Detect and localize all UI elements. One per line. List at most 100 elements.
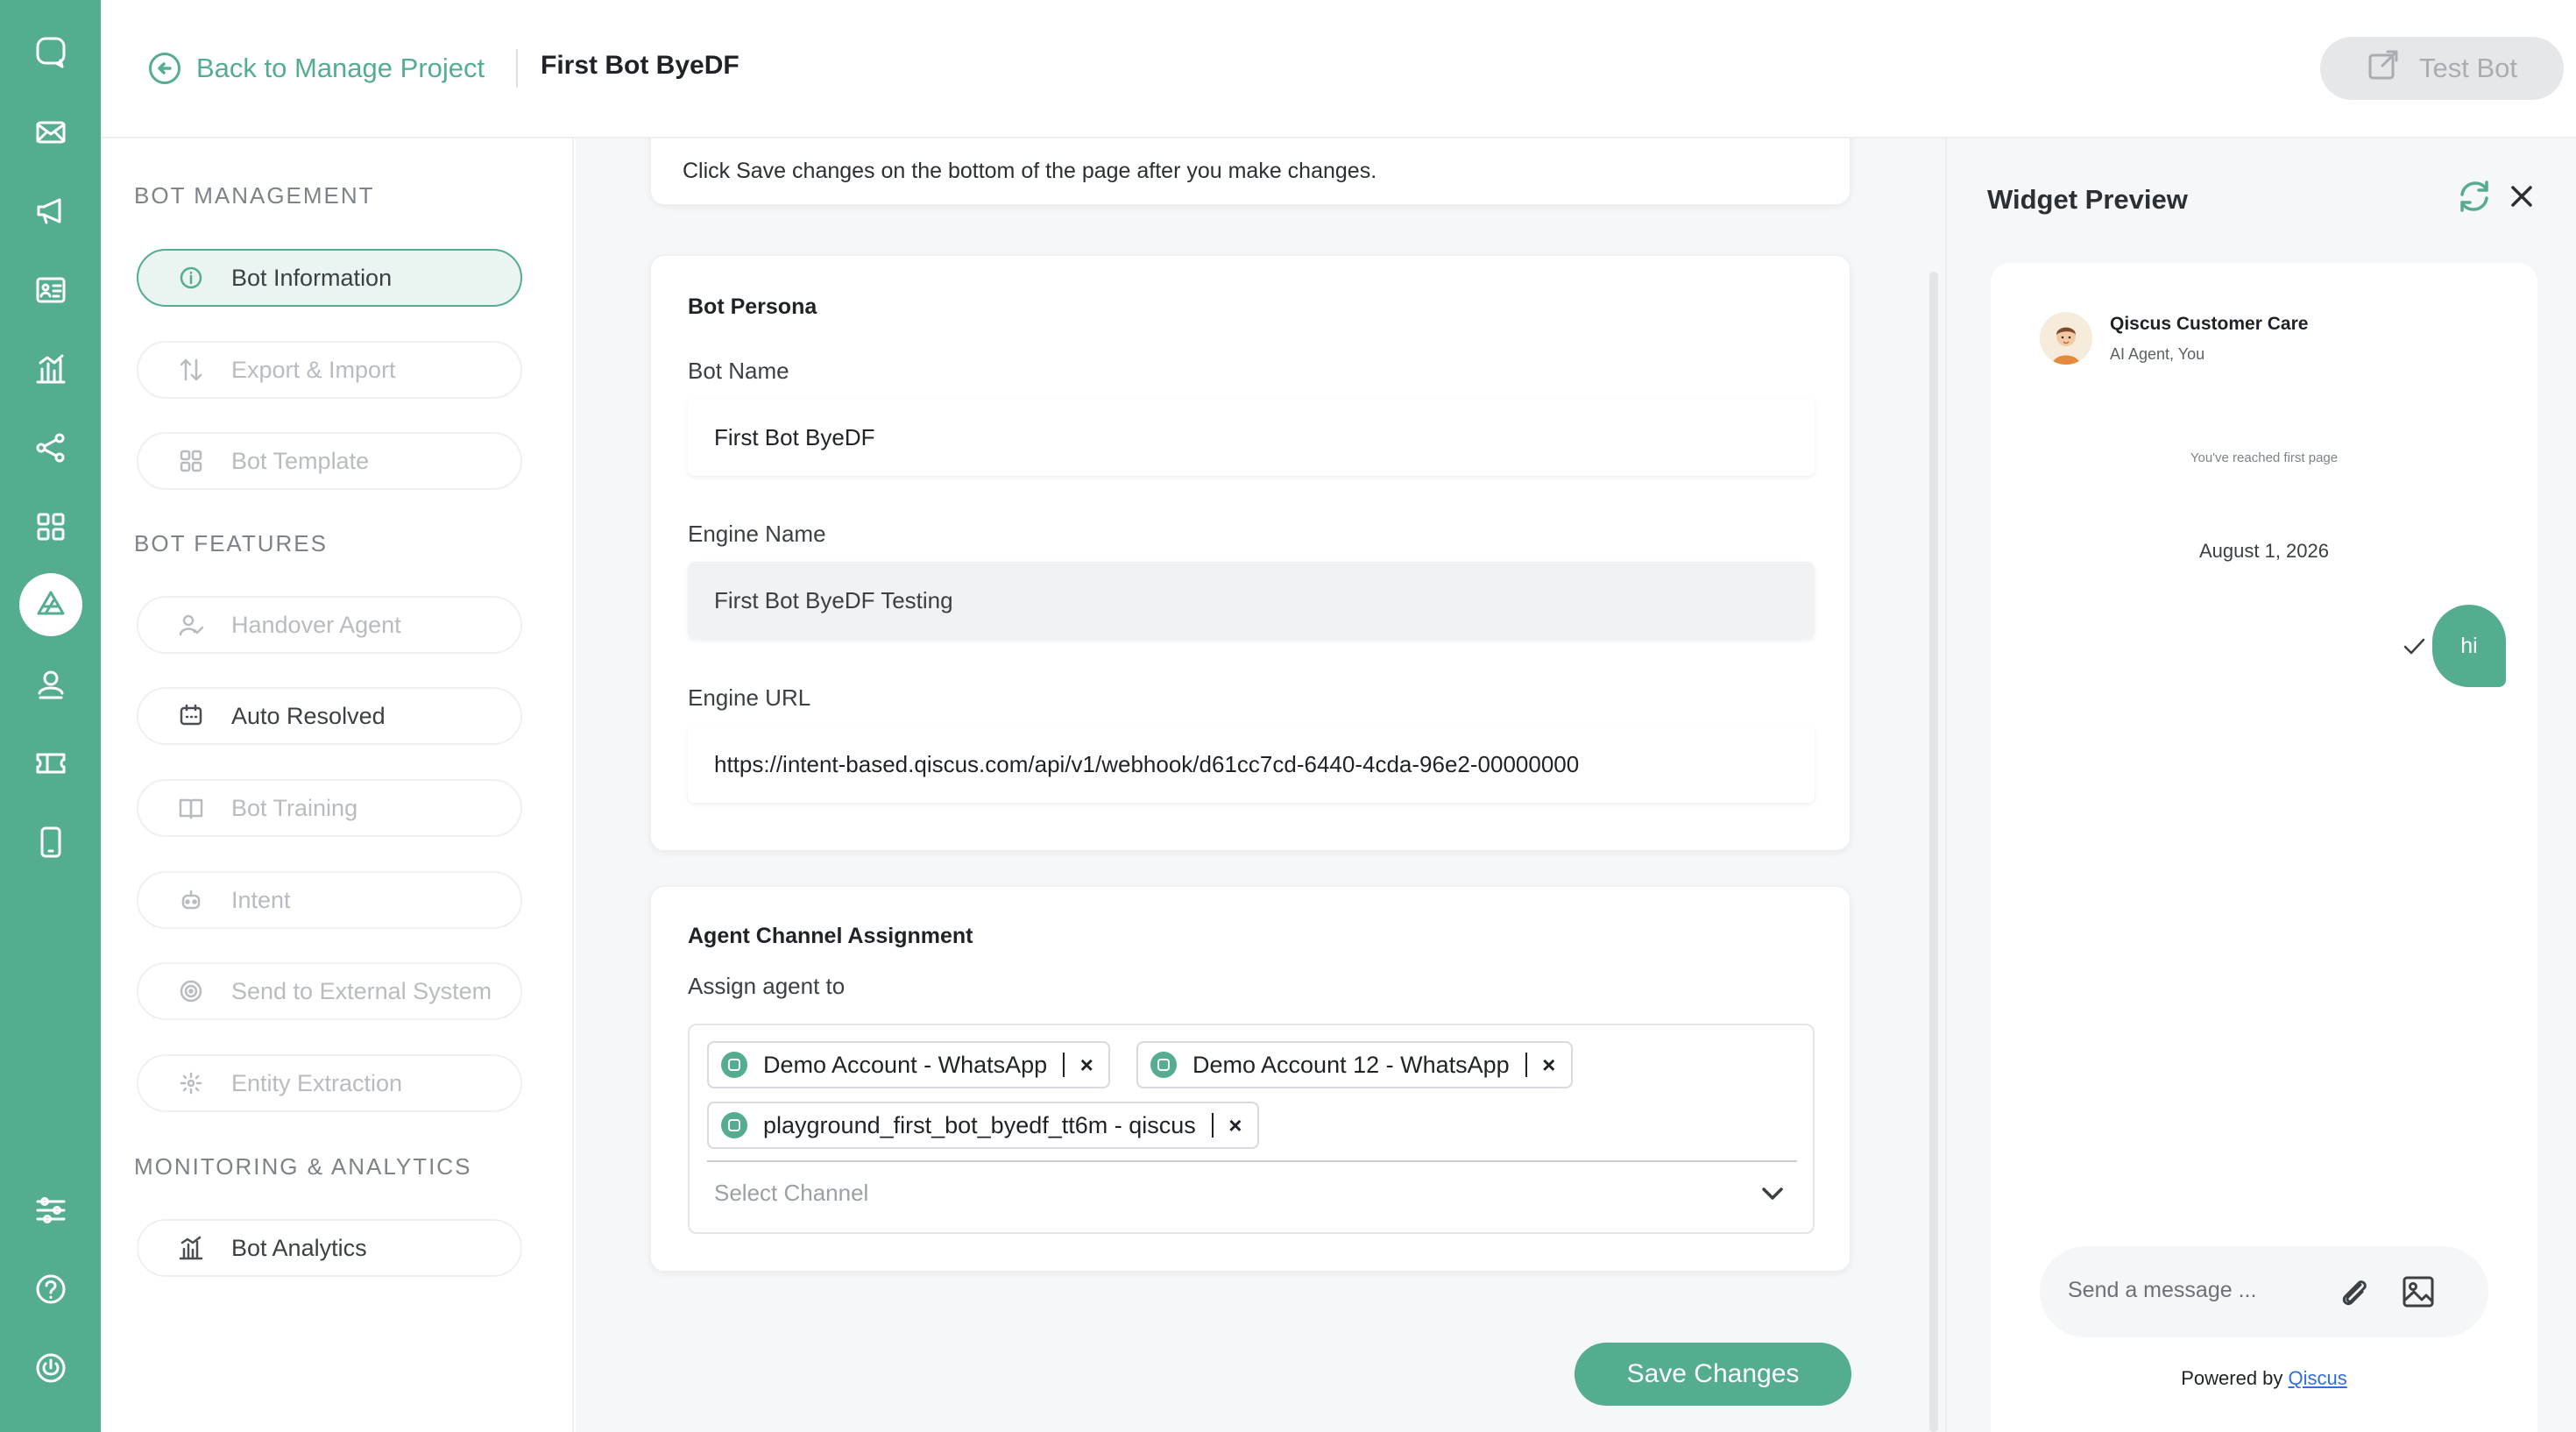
- user-check-icon: [177, 611, 205, 639]
- menu-item-export-import[interactable]: Export & Import: [137, 341, 522, 399]
- mobile-icon[interactable]: [29, 820, 73, 864]
- check-icon: [2401, 633, 2427, 659]
- help-icon[interactable]: [29, 1267, 73, 1311]
- page-title: First Bot ByeDF: [541, 51, 740, 80]
- menu-item-handover-agent[interactable]: Handover Agent: [137, 596, 522, 654]
- agent-channel-assignment-card: Agent Channel Assignment Assign agent to…: [650, 886, 1851, 1272]
- apps-grid-icon[interactable]: [29, 505, 73, 549]
- section-title-bot-features: BOT FEATURES: [134, 530, 328, 556]
- power-icon[interactable]: [29, 1346, 73, 1390]
- menu-item-label: Export & Import: [231, 356, 396, 383]
- menu-item-bot-training[interactable]: Bot Training: [137, 779, 522, 837]
- main-scrollbar[interactable]: [1929, 272, 1938, 1432]
- ticket-icon[interactable]: [29, 741, 73, 785]
- chevron-down-icon[interactable]: [1757, 1178, 1788, 1209]
- robot-icon: [177, 886, 205, 914]
- channel-icon: [1150, 1052, 1177, 1078]
- menu-item-label: Bot Training: [231, 794, 358, 821]
- main-content: Click Save changes on the bottom of the …: [576, 138, 1945, 1432]
- section-heading: Agent Channel Assignment: [688, 924, 973, 948]
- channel-icon: [721, 1112, 747, 1138]
- close-icon[interactable]: [2504, 179, 2539, 214]
- menu-item-label: Bot Information: [231, 264, 393, 291]
- left-navigation-rail: [0, 0, 101, 1432]
- bot-settings-sidebar: BOT MANAGEMENT Bot Information Export & …: [101, 138, 574, 1432]
- megaphone-icon[interactable]: [29, 188, 73, 232]
- chip-remove-button[interactable]: ×: [1214, 1112, 1257, 1139]
- widget-preview-title: Widget Preview: [1987, 184, 2188, 215]
- menu-item-label: Bot Template: [231, 447, 370, 474]
- menu-item-entity-extraction[interactable]: Entity Extraction: [137, 1054, 522, 1112]
- bot-name-input[interactable]: First Bot ByeDF: [688, 399, 1815, 476]
- section-heading: Bot Persona: [688, 294, 817, 319]
- share-nodes-icon[interactable]: [29, 426, 73, 470]
- chat-logo-icon[interactable]: [29, 30, 73, 74]
- menu-item-label: Send to External System: [231, 977, 492, 1004]
- channel-chip-label: Demo Account - WhatsApp: [763, 1051, 1048, 1078]
- analytics-icon: [177, 1234, 205, 1262]
- back-label: Back to Manage Project: [196, 53, 485, 83]
- mail-icon[interactable]: [29, 110, 73, 154]
- bot-persona-card: Bot Persona Bot Name First Bot ByeDF Eng…: [650, 255, 1851, 851]
- calendar-chat-icon: [177, 702, 205, 730]
- section-title-bot-management: BOT MANAGEMENT: [134, 182, 375, 209]
- engine-name-label: Engine Name: [688, 521, 826, 547]
- info-icon: [177, 264, 205, 292]
- image-icon[interactable]: [2399, 1272, 2438, 1311]
- refresh-icon[interactable]: [2455, 177, 2494, 216]
- channel-chip-label: playground_first_bot_byedf_tt6m - qiscus: [763, 1111, 1196, 1138]
- chat-widget: Qiscus Customer Care AI Agent, You You'v…: [1991, 263, 2537, 1432]
- menu-item-bot-information[interactable]: Bot Information: [137, 249, 522, 307]
- channel-chip: Demo Account 12 - WhatsApp ×: [1136, 1041, 1573, 1088]
- arrow-left-icon: [149, 53, 180, 84]
- chart-icon[interactable]: [29, 347, 73, 391]
- engine-url-label: Engine URL: [688, 684, 811, 711]
- template-grid-icon: [177, 447, 205, 475]
- scatter-icon: [177, 1069, 205, 1097]
- first-page-notice: You've reached first page: [2190, 450, 2339, 465]
- bot-name-label: Bot Name: [688, 358, 789, 384]
- section-title-monitoring-analytics: MONITORING & ANALYTICS: [134, 1153, 472, 1180]
- arrows-up-down-icon: [177, 356, 205, 384]
- menu-item-auto-resolved[interactable]: Auto Resolved: [137, 687, 522, 745]
- back-to-manage-project-link[interactable]: Back to Manage Project: [149, 49, 485, 88]
- external-link-icon: [2367, 48, 2400, 89]
- chip-remove-button[interactable]: ×: [1527, 1052, 1571, 1079]
- message-bubble: hi: [2432, 605, 2506, 687]
- qiscus-link[interactable]: Qiscus: [2289, 1367, 2347, 1389]
- menu-item-intent[interactable]: Intent: [137, 871, 522, 929]
- channel-icon: [721, 1052, 747, 1078]
- note-text: Click Save changes on the bottom of the …: [683, 159, 1377, 183]
- test-bot-button[interactable]: Test Bot: [2320, 37, 2564, 100]
- engine-url-input[interactable]: https://intent-based.qiscus.com/api/v1/w…: [688, 726, 1815, 803]
- menu-item-label: Auto Resolved: [231, 702, 386, 729]
- assign-agent-label: Assign agent to: [688, 973, 846, 999]
- select-channel-placeholder[interactable]: Select Channel: [714, 1180, 868, 1207]
- chip-remove-button[interactable]: ×: [1065, 1052, 1108, 1079]
- message-composer[interactable]: Send a message ...: [2040, 1246, 2488, 1337]
- menu-item-label: Bot Analytics: [231, 1234, 367, 1261]
- agent-icon[interactable]: [29, 663, 73, 706]
- widget-preview-panel: Widget Preview Qiscus Customer Care AI A…: [1945, 138, 2576, 1432]
- channel-multiselect[interactable]: Demo Account - WhatsApp × Demo Account 1…: [688, 1024, 1815, 1234]
- bot-logo-icon[interactable]: [19, 573, 82, 636]
- paperclip-icon[interactable]: [2334, 1272, 2373, 1311]
- powered-by-footer: Powered by Qiscus: [1991, 1367, 2537, 1390]
- contact-card-icon[interactable]: [29, 268, 73, 312]
- menu-item-bot-template[interactable]: Bot Template: [137, 432, 522, 490]
- agent-subtitle: AI Agent, You: [2110, 345, 2205, 363]
- settings-sliders-icon[interactable]: [29, 1188, 73, 1232]
- select-divider: [707, 1160, 1797, 1162]
- agent-avatar: [2040, 312, 2092, 365]
- book-icon: [177, 794, 205, 822]
- save-changes-button[interactable]: Save Changes: [1575, 1343, 1851, 1406]
- menu-item-bot-analytics[interactable]: Bot Analytics: [137, 1219, 522, 1277]
- menu-item-label: Entity Extraction: [231, 1069, 403, 1096]
- menu-item-label: Intent: [231, 886, 291, 913]
- channel-chip: Demo Account - WhatsApp ×: [707, 1041, 1111, 1088]
- menu-item-send-to-external-system[interactable]: Send to External System: [137, 962, 522, 1020]
- engine-name-input: First Bot ByeDF Testing: [688, 562, 1815, 639]
- message-input-placeholder[interactable]: Send a message ...: [2068, 1278, 2256, 1303]
- channel-chip: playground_first_bot_byedf_tt6m - qiscus…: [707, 1102, 1259, 1149]
- test-bot-label: Test Bot: [2419, 53, 2517, 83]
